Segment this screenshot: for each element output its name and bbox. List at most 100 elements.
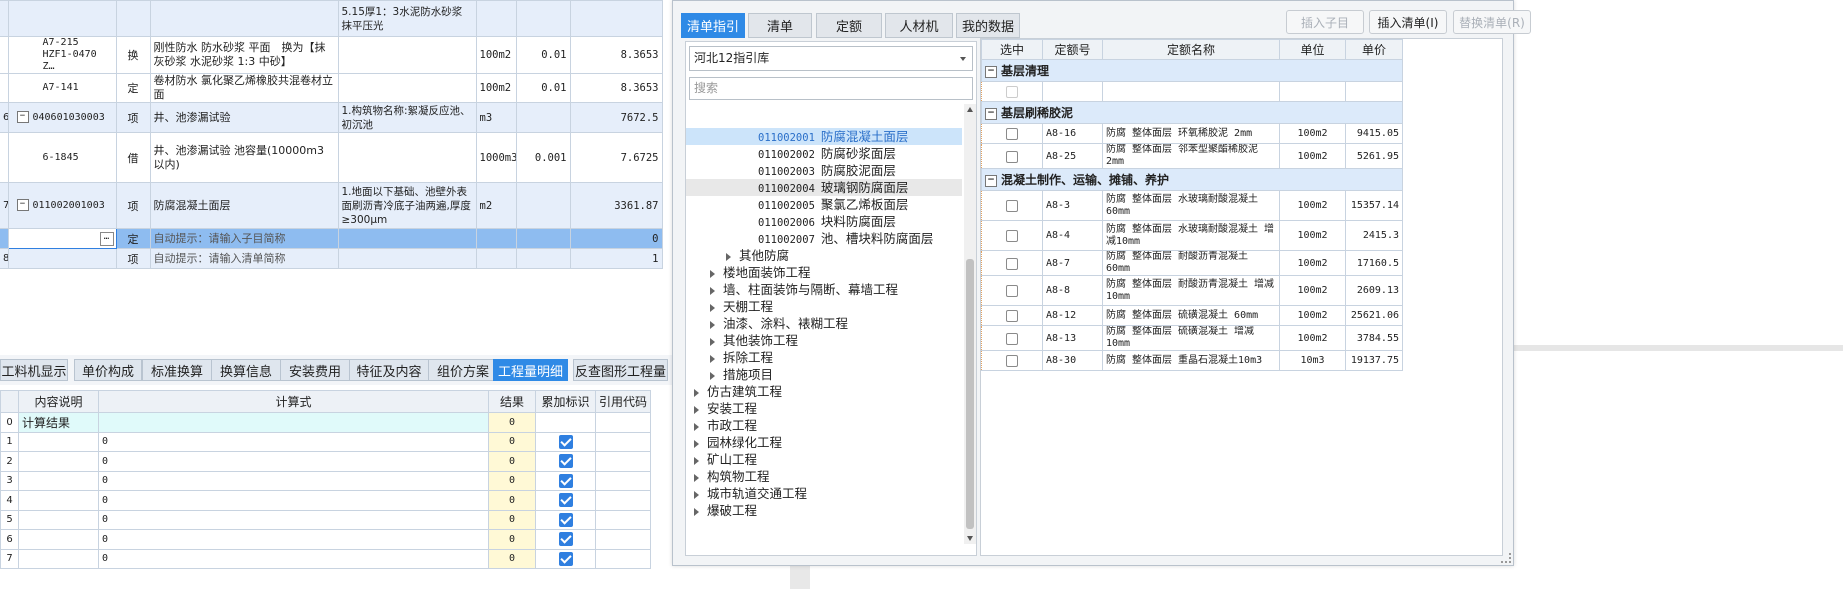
- item-row[interactable]: A7-141 定卷材防水 氯化聚乙烯橡胶共混卷材立面 100m2 0.01 8.3653: [0, 73, 760, 103]
- desc-cell[interactable]: [18, 470, 99, 491]
- select-cell[interactable]: [981, 81, 1043, 102]
- item-code[interactable]: −040601030003: [7, 102, 117, 133]
- item-feature[interactable]: 5.15厚1：3水泥防水砂浆抹平压光: [337, 0, 477, 37]
- quota-column-header[interactable]: 定额名称: [1102, 39, 1280, 60]
- tree-node[interactable]: 油漆、涂料、裱糊工程: [686, 315, 962, 332]
- panel-tab-2[interactable]: 定额: [816, 13, 882, 38]
- formula-cell[interactable]: 0: [98, 451, 489, 472]
- formula-cell[interactable]: 0: [98, 529, 489, 550]
- desc-cell[interactable]: [18, 451, 99, 472]
- item-feature[interactable]: [337, 228, 477, 249]
- item-code[interactable]: 6-1845: [7, 132, 117, 183]
- accumulate-cell[interactable]: [535, 431, 596, 452]
- item-row[interactable]: 6-1845 借井、池渗漏试验 池容量(10000m3以内) 1000m3 0.001…: [0, 132, 760, 183]
- quota-group-row[interactable]: − 混凝土制作、运输、摊铺、养护: [981, 168, 1403, 191]
- library-select[interactable]: 河北12指引库: [689, 46, 973, 71]
- tree-node[interactable]: 011002001 防腐混凝土面层: [686, 128, 962, 145]
- collapse-icon[interactable]: −: [16, 199, 29, 211]
- panel-tab-3[interactable]: 人材机: [885, 13, 953, 38]
- tree-node[interactable]: 安装工程: [686, 400, 962, 417]
- item-feature[interactable]: [337, 132, 477, 183]
- item-name[interactable]: 自动提示：请输入清单简称: [149, 248, 339, 269]
- ref-code-cell[interactable]: [595, 470, 651, 491]
- accumulate-cell[interactable]: [535, 412, 596, 433]
- accumulate-cell[interactable]: [535, 470, 596, 491]
- quota-row[interactable]: A8-3 防腐 整体面层 水玻璃耐酸混凝土 60mm 100m2 15357.14: [981, 190, 1403, 221]
- item-row[interactable]: 8 项自动提示：请输入清单简称 1: [0, 248, 760, 269]
- expand-arrow-icon[interactable]: [694, 507, 699, 516]
- quota-column-header[interactable]: 单位: [1279, 39, 1346, 60]
- quota-column-header[interactable]: 定额号: [1042, 39, 1103, 60]
- quota-row[interactable]: A8-16 防腐 整体面层 环氧稀胶泥 2mm 100m2 9415.05: [981, 123, 1403, 144]
- select-cell[interactable]: [981, 123, 1043, 144]
- item-code[interactable]: A7-215 HZF1-0470 Z…: [7, 36, 117, 74]
- checkbox-checked-icon[interactable]: [558, 512, 573, 527]
- accumulate-cell[interactable]: [535, 529, 596, 550]
- item-code[interactable]: A7-141: [7, 73, 117, 103]
- quota-column-header[interactable]: 单价: [1345, 39, 1403, 60]
- formula-cell[interactable]: 0: [98, 431, 489, 452]
- item-feature[interactable]: [337, 73, 477, 103]
- ref-code-cell[interactable]: [595, 509, 651, 530]
- tree-node[interactable]: 011002004 玻璃钢防腐面层: [686, 179, 962, 196]
- quota-row[interactable]: A8-30 防腐 整体面层 重晶石混凝土10m3 10m3 19137.75: [981, 350, 1403, 371]
- item-feature[interactable]: 1.构筑物名称:絮凝反应池、初沉池: [337, 102, 477, 133]
- item-name[interactable]: 防腐混凝土面层: [149, 182, 339, 229]
- quota-group-cell[interactable]: − 基层刷稀胶泥: [981, 101, 1403, 124]
- tree-scrollbar[interactable]: [964, 104, 976, 544]
- collapse-icon[interactable]: −: [985, 175, 997, 187]
- formula-cell[interactable]: 0: [98, 490, 489, 511]
- select-cell[interactable]: [981, 143, 1043, 169]
- checkbox-checked-icon[interactable]: [558, 434, 573, 449]
- bottom-tab-4[interactable]: 安装费用: [280, 359, 350, 381]
- search-input[interactable]: 搜索: [689, 77, 973, 100]
- expand-arrow-icon[interactable]: [694, 439, 699, 448]
- panel-tab-4[interactable]: 我的数据: [956, 13, 1020, 38]
- item-feature[interactable]: 1.地面以下基础、池壁外表面刷沥青冷底子油两遍,厚度≥300μm: [337, 182, 477, 229]
- scrollbar-thumb[interactable]: [966, 259, 974, 529]
- quota-row[interactable]: A8-25 防腐 整体面层 邻苯型聚酯稀胶泥 2mm 100m2 5261.95: [981, 143, 1403, 169]
- accumulate-cell[interactable]: [535, 451, 596, 472]
- ref-code-cell[interactable]: [595, 548, 651, 569]
- quota-group-row[interactable]: − 基层清理: [981, 59, 1403, 82]
- ref-code-cell[interactable]: [595, 431, 651, 452]
- tree-node[interactable]: 构筑物工程: [686, 468, 962, 485]
- quota-group-cell[interactable]: − 混凝土制作、运输、摊铺、养护: [981, 168, 1403, 191]
- detail-row[interactable]: 2 00: [0, 451, 651, 472]
- column-header[interactable]: 内容说明: [18, 390, 99, 413]
- item-name[interactable]: 刚性防水 防水砂浆 平面 换为【抹灰砂浆 水泥砂浆 1:3 中砂】: [149, 36, 339, 74]
- detail-row[interactable]: 0 计算结果 0: [0, 412, 651, 433]
- desc-cell[interactable]: [18, 548, 99, 569]
- formula-cell[interactable]: 0: [98, 509, 489, 530]
- formula-cell[interactable]: 0: [98, 470, 489, 491]
- quota-row[interactable]: A8-7 防腐 整体面层 耐酸沥青混凝土 60mm 100m2 17160.5: [981, 250, 1403, 276]
- quota-row[interactable]: A8-8 防腐 整体面层 耐酸沥青混凝土 增减10mm 100m2 2609.13: [981, 275, 1403, 306]
- bottom-tab-0[interactable]: 工料机显示: [0, 359, 68, 381]
- item-code[interactable]: −011002001003: [7, 182, 117, 229]
- column-header[interactable]: 结果: [488, 390, 536, 413]
- item-code[interactable]: …: [7, 228, 117, 249]
- bottom-tab-8[interactable]: 反查图形工程量: [573, 359, 668, 381]
- item-code[interactable]: [7, 0, 117, 37]
- tree-node[interactable]: 措施项目: [686, 366, 962, 383]
- item-name[interactable]: 井、池渗漏试验 池容量(10000m3以内): [149, 132, 339, 183]
- accumulate-cell[interactable]: [535, 490, 596, 511]
- expand-arrow-icon[interactable]: [710, 269, 715, 278]
- resize-grip-icon[interactable]: [1501, 553, 1511, 563]
- quota-row[interactable]: A8-4 防腐 整体面层 水玻璃耐酸混凝土 增减10mm 100m2 2415.3: [981, 220, 1403, 251]
- item-code[interactable]: [7, 248, 117, 269]
- tree-node[interactable]: 矿山工程: [686, 451, 962, 468]
- detail-row[interactable]: 1 00: [0, 431, 651, 452]
- checkbox-icon[interactable]: [1006, 332, 1018, 345]
- tree-node[interactable]: 011002005 聚氯乙烯板面层: [686, 196, 962, 213]
- quota-row[interactable]: A8-13 防腐 整体面层 硫磺混凝土 增减10mm 100m2 3784.55: [981, 325, 1403, 351]
- item-row[interactable]: 6−040601030003项井、池渗漏试验1.构筑物名称:絮凝反应池、初沉池m…: [0, 102, 760, 133]
- checkbox-icon[interactable]: [1006, 150, 1018, 163]
- column-header[interactable]: 引用代码: [595, 390, 651, 413]
- panel-tab-0[interactable]: 清单指引: [681, 13, 745, 38]
- select-cell[interactable]: [981, 275, 1043, 306]
- column-header[interactable]: 累加标识: [535, 390, 596, 413]
- checkbox-icon[interactable]: [1006, 128, 1018, 140]
- item-feature[interactable]: [337, 248, 477, 269]
- ref-code-cell[interactable]: [595, 451, 651, 472]
